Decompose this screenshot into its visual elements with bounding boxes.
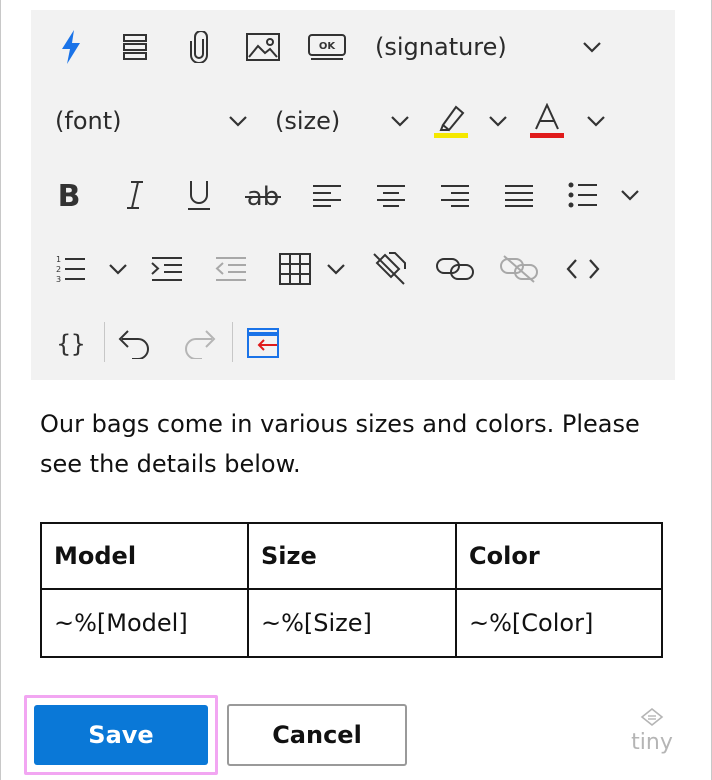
braces-icon[interactable]: {} xyxy=(53,306,89,380)
save-button-focus-ring: Save xyxy=(24,695,218,775)
indent-icon[interactable] xyxy=(147,232,187,306)
highlight-chevron-down-icon[interactable] xyxy=(483,84,513,158)
toolbar-separator xyxy=(232,322,233,362)
image-icon[interactable] xyxy=(243,10,283,84)
toolbar-row-4: 123 xyxy=(31,232,675,306)
highlight-color-icon[interactable] xyxy=(431,84,471,158)
tiny-logo-text: tiny xyxy=(631,730,673,755)
signature-select-value: (signature) xyxy=(375,33,507,61)
align-right-icon[interactable] xyxy=(435,158,475,232)
unlink-icon[interactable] xyxy=(497,232,541,306)
link-icon[interactable] xyxy=(433,232,477,306)
tiny-logo[interactable]: tiny xyxy=(624,708,680,764)
clear-formatting-icon[interactable] xyxy=(367,232,411,306)
toolbar-row-2: (font) (size) xyxy=(31,84,675,158)
cancel-button[interactable]: Cancel xyxy=(227,704,407,766)
text-color-icon[interactable] xyxy=(527,84,567,158)
size-chevron-down-icon[interactable] xyxy=(385,84,415,158)
table-icon[interactable] xyxy=(275,232,315,306)
save-button[interactable]: Save xyxy=(34,705,208,765)
redo-icon[interactable] xyxy=(179,306,219,380)
svg-text:2: 2 xyxy=(56,265,61,274)
editor-toolbar: OK (signature) (font) (size) B ab 1 2 3 … xyxy=(31,10,675,380)
svg-text:B: B xyxy=(58,180,81,210)
toolbar-row-3: B ab xyxy=(31,158,675,232)
table-header-cell: Color xyxy=(455,522,663,590)
svg-text:OK: OK xyxy=(319,41,337,52)
align-left-icon[interactable] xyxy=(307,158,347,232)
paperclip-icon[interactable] xyxy=(181,10,217,84)
content-paragraph: Our bags come in various sizes and color… xyxy=(40,410,640,478)
source-code-icon[interactable] xyxy=(563,232,603,306)
tiny-logo-icon xyxy=(640,708,664,727)
align-justify-icon[interactable] xyxy=(499,158,539,232)
details-table: Model Size Color ~%[Model] ~%[Size] ~%[C… xyxy=(40,522,663,658)
text-color-chevron-down-icon[interactable] xyxy=(581,84,611,158)
insert-template-icon[interactable] xyxy=(243,306,283,380)
table-chevron-down-icon[interactable] xyxy=(321,232,351,306)
font-chevron-down-icon[interactable] xyxy=(223,84,253,158)
ok-button-icon[interactable]: OK xyxy=(307,10,347,84)
svg-text:3: 3 xyxy=(56,275,61,284)
table-row: ~%[Model] ~%[Size] ~%[Color] xyxy=(40,588,663,658)
toolbar-separator xyxy=(104,322,105,362)
editor-content[interactable]: Our bags come in various sizes and color… xyxy=(40,404,670,484)
bold-icon[interactable]: B xyxy=(51,158,87,232)
table-cell: ~%[Size] xyxy=(247,588,457,658)
italic-icon[interactable] xyxy=(117,158,153,232)
outdent-icon[interactable] xyxy=(211,232,251,306)
blocks-icon[interactable] xyxy=(117,10,153,84)
bullet-list-icon[interactable] xyxy=(565,158,601,232)
align-center-icon[interactable] xyxy=(371,158,411,232)
table-header-row: Model Size Color xyxy=(40,522,663,590)
bullet-list-chevron-down-icon[interactable] xyxy=(615,158,645,232)
table-cell: ~%[Model] xyxy=(40,588,249,658)
font-select-value: (font) xyxy=(55,107,122,135)
signature-chevron-down-icon[interactable] xyxy=(577,10,607,84)
lightning-icon[interactable] xyxy=(53,10,89,84)
toolbar-row-5: {} xyxy=(31,306,675,380)
size-select-value: (size) xyxy=(275,107,341,135)
svg-text:1: 1 xyxy=(56,255,61,264)
svg-text:{}: {} xyxy=(57,330,85,358)
table-cell: ~%[Color] xyxy=(455,588,663,658)
table-header-cell: Size xyxy=(247,522,457,590)
toolbar-row-1: OK (signature) xyxy=(31,10,675,84)
numbered-list-chevron-down-icon[interactable] xyxy=(103,232,133,306)
underline-icon[interactable] xyxy=(181,158,217,232)
undo-icon[interactable] xyxy=(115,306,155,380)
table-header-cell: Model xyxy=(40,522,249,590)
numbered-list-icon[interactable]: 123 xyxy=(53,232,89,306)
strikethrough-icon[interactable]: ab xyxy=(241,158,285,232)
